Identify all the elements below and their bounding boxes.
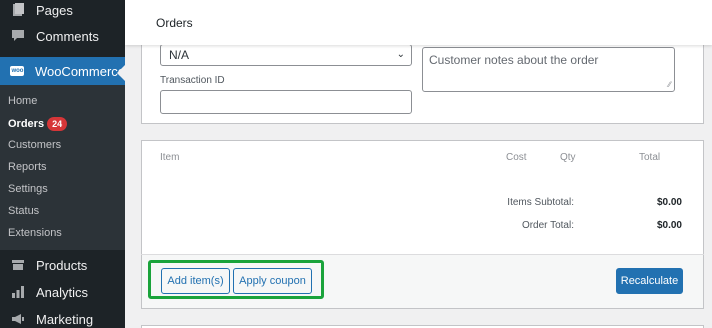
woo-logo: woo (10, 66, 25, 76)
items-subtotal-value: $0.00 (656, 197, 682, 208)
submenu-item-label: Settings (8, 183, 48, 195)
orders-count-badge: 24 (47, 117, 68, 131)
sidebar-item-label: Pages (36, 2, 73, 18)
highlight-box (148, 260, 324, 299)
column-header-total: Total (639, 152, 661, 163)
column-header-item: Item (160, 152, 180, 163)
payment-method-select[interactable]: N/A ⌄ (160, 44, 412, 66)
sidebar-item-products[interactable]: Products (0, 251, 125, 279)
transaction-id-input[interactable] (160, 90, 412, 114)
woocommerce-icon: woo (0, 66, 35, 76)
order-total-value: $0.00 (656, 220, 682, 231)
submenu-item-label: Home (8, 95, 38, 107)
submenu-item-label: Orders (8, 118, 45, 130)
page-title: Orders (156, 16, 193, 30)
items-subtotal-label: Items Subtotal: (507, 197, 574, 208)
sidebar-item-comments[interactable]: Comments (0, 22, 125, 50)
pages-icon (0, 3, 36, 17)
sidebar-item-analytics[interactable]: Analytics (0, 278, 125, 306)
customer-notes-textarea[interactable]: Customer notes about the order ∕∕ (422, 47, 675, 92)
column-header-qty: Qty (560, 152, 576, 163)
submenu-item-label: Status (8, 205, 40, 217)
top-header-bar: Orders (125, 0, 712, 45)
sidebar-item-label: Products (36, 257, 88, 273)
recalculate-button[interactable]: Recalculate (616, 268, 683, 294)
admin-sidebar: Pages Comments woo WooCommerce Home Orde… (0, 0, 125, 328)
sidebar-item-pages[interactable]: Pages (0, 0, 125, 24)
customer-notes-placeholder: Customer notes about the order (429, 53, 599, 67)
submenu-item-customers[interactable]: Customers (8, 139, 61, 151)
submenu-item-label: Customers (8, 139, 62, 151)
column-header-cost: Cost (506, 152, 527, 163)
submenu-item-label: Extensions (8, 227, 62, 239)
analytics-icon (0, 286, 36, 298)
woocommerce-submenu: Home Orders 24 Customers Reports Settings… (0, 85, 125, 250)
submenu-item-settings[interactable]: Settings (8, 183, 48, 195)
submenu-item-orders[interactable]: Orders 24 (8, 117, 68, 131)
transaction-id-label: Transaction ID (160, 75, 225, 86)
payment-method-value: N/A (169, 48, 190, 62)
sidebar-item-marketing[interactable]: Marketing (0, 305, 125, 328)
submenu-item-home[interactable]: Home (8, 95, 37, 107)
resize-handle-icon[interactable]: ∕∕ (668, 80, 671, 89)
sidebar-item-label: WooCommerce (34, 63, 125, 79)
submenu-item-status[interactable]: Status (8, 205, 39, 217)
sidebar-item-label: Analytics (36, 284, 89, 300)
sidebar-item-label: Comments (36, 28, 99, 44)
products-icon (0, 259, 36, 271)
submenu-item-reports[interactable]: Reports (8, 161, 47, 173)
marketing-icon (0, 313, 36, 325)
submenu-item-label: Reports (8, 161, 47, 173)
comments-icon (0, 29, 36, 43)
order-total-label: Order Total: (521, 220, 574, 231)
sidebar-item-woocommerce[interactable]: woo WooCommerce (0, 57, 125, 85)
submenu-item-extensions[interactable]: Extensions (8, 227, 62, 239)
chevron-down-icon: ⌄ (396, 49, 405, 60)
sidebar-item-label: Marketing (36, 311, 94, 327)
